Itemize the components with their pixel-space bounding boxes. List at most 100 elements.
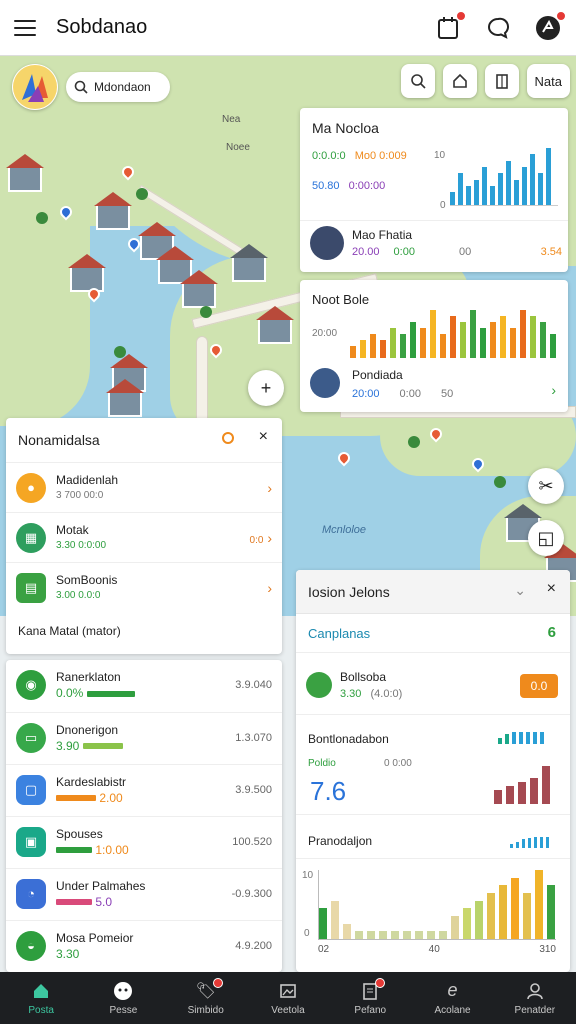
chart-bar <box>530 154 535 205</box>
right-panel-title: Iosion Jelons <box>308 584 390 600</box>
stats-row[interactable]: ◔ Under Palmahes 5.0 -0.9.300 <box>6 868 282 918</box>
map-tool-button[interactable]: ✂ <box>528 468 564 504</box>
close-icon[interactable]: × <box>547 580 556 598</box>
profile-icon[interactable] <box>534 10 566 42</box>
map-add-button[interactable]: + <box>248 370 284 406</box>
logo-avatar[interactable] <box>12 64 58 110</box>
row-sub: 3.30 0:0:00 <box>56 539 107 551</box>
stats-name: Dnonerigon <box>56 722 119 737</box>
chart-bar <box>547 885 555 939</box>
stats-right: 3.9.500 <box>235 783 272 796</box>
nav-item-pefano[interactable]: Pefano <box>329 972 411 1024</box>
chart-bar <box>460 322 466 358</box>
calendar-icon[interactable] <box>434 10 466 42</box>
user-avatar-icon: ● <box>16 472 46 503</box>
chart-bar <box>350 346 356 358</box>
nav-label: Pesse <box>109 1004 138 1016</box>
chart-bar <box>535 870 543 939</box>
map-home-button[interactable] <box>442 64 477 98</box>
activity-avatar[interactable] <box>310 368 340 398</box>
status-icon[interactable] <box>222 432 234 444</box>
left-panel-row[interactable]: ● Madidenlah 3 700 00:0 › <box>6 462 282 512</box>
menu-icon[interactable] <box>14 19 36 36</box>
chart-bar <box>451 916 459 939</box>
nav-item-pesse[interactable]: Pesse <box>82 972 164 1024</box>
stats-row[interactable]: ◒ Mosa Pomeior 3.30 4.9.200 <box>6 920 282 970</box>
nav-item-veetola[interactable]: Veetola <box>247 972 329 1024</box>
nav-item-simbido[interactable]: 🏷 Simbido <box>165 972 247 1024</box>
chart-bar <box>510 328 516 358</box>
e-icon: e <box>447 980 458 1000</box>
app-title: Sobdanao <box>56 16 148 38</box>
item-sub: (4.0:0) <box>370 688 403 700</box>
chevron-right-icon[interactable]: › <box>551 382 556 398</box>
item-icon <box>306 672 332 698</box>
nav-item-posta[interactable]: Posta <box>0 972 82 1024</box>
tablet-icon: ▣ <box>16 826 46 857</box>
left-panel-row[interactable]: ▤ SomBoonis 3.00 0.0:0 › <box>6 562 282 612</box>
map-search-bar[interactable]: Mdondaon <box>66 72 170 102</box>
map-label-b: Noee <box>226 142 250 153</box>
overview-person-stat-2: 0:00 <box>393 246 415 258</box>
home-icon <box>452 73 467 88</box>
pill-icon: ▭ <box>16 722 46 753</box>
close-icon[interactable]: × <box>259 428 268 446</box>
image-icon <box>278 981 298 1001</box>
right-panel: Iosion Jelons ⌄ × Canplanas 6 Bollsoba 3… <box>296 570 570 972</box>
person-avatar[interactable] <box>310 226 344 260</box>
item-name: Bollsoba <box>340 670 387 684</box>
stats-row[interactable]: ▣ Spouses 1:0.00 100.520 <box>6 816 282 866</box>
activity-card[interactable]: Noot Bole 20:00 Pondiada 20:00 0:00 50 › <box>300 280 568 412</box>
chart-bar <box>530 316 536 358</box>
left-panel-row[interactable]: ▦ Motak 3.30 0:0:00 0:0 › <box>6 512 282 562</box>
search-icon <box>74 80 88 94</box>
chart-bar <box>355 931 363 939</box>
map-building-button[interactable] <box>484 64 519 98</box>
section1-title: Bontlonadabon <box>308 732 389 746</box>
right-panel-link[interactable]: Canplanas <box>308 626 370 641</box>
nav-label: Penatder <box>514 1004 556 1016</box>
stats-row[interactable]: ▭ Dnonerigon 3.90 1.3.070 <box>6 712 282 762</box>
chart-bar <box>343 924 351 939</box>
activity-bar-chart <box>350 310 556 358</box>
overview-person-stat-1: 20.00 <box>352 246 380 258</box>
layer-icon: ◱ <box>537 527 555 548</box>
chart-bar <box>470 310 476 358</box>
chevron-down-icon[interactable]: ⌄ <box>514 582 526 599</box>
stats-row[interactable]: ▢ Kardeslabistr 2.00 3.9.500 <box>6 764 282 814</box>
nav-label: Posta <box>28 1004 54 1016</box>
map-search-button[interactable] <box>400 64 435 98</box>
search-icon <box>410 74 426 89</box>
chart-bar <box>430 310 436 358</box>
overview-card[interactable]: Ma Nocloa 0:0.0:0 Mo0 0:009 50.80 0:00:0… <box>300 108 568 272</box>
map-text-button[interactable]: Nata <box>526 64 570 98</box>
activity-stat-2: 0:00 <box>399 388 421 400</box>
chart-bar <box>466 186 471 205</box>
chart-bar <box>546 148 551 205</box>
overview-person-stat-3: 00 <box>458 246 472 258</box>
chart-bar <box>520 310 526 358</box>
nav-item-penatder[interactable]: Penatder <box>494 972 576 1024</box>
chart-bar <box>487 893 495 939</box>
chart-bar <box>490 186 495 205</box>
chart-bar <box>380 340 386 358</box>
map-layer-button[interactable]: ◱ <box>528 520 564 556</box>
stats-name: Under Palmahes <box>56 878 146 893</box>
circle-icon: ◉ <box>16 670 46 700</box>
stats-list: ◉ Ranerklaton 0.0% 3.9.040 ▭ Dnonerigon … <box>6 660 282 972</box>
notification-dot <box>456 10 466 21</box>
left-panel: Nonamidalsa × ● Madidenlah 3 700 00:0 › … <box>6 418 282 654</box>
chat-icon[interactable] <box>484 14 512 42</box>
nav-item-acolane[interactable]: e Acolane <box>411 972 493 1024</box>
chart-bar <box>450 192 455 205</box>
activity-axis-label: 20:00 <box>312 328 338 339</box>
bottom-nav: Posta Pesse 🏷 Simbido Veetola Pefano e A… <box>0 972 576 1024</box>
item-badge[interactable]: 0.0 <box>520 674 558 698</box>
stats-right: -0.9.300 <box>231 887 272 900</box>
chart-bar <box>540 322 546 358</box>
chart-bar <box>523 893 531 939</box>
stats-row[interactable]: ◉ Ranerklaton 0.0% 3.9.040 <box>6 660 282 710</box>
x-label-1: 02 <box>318 944 330 955</box>
chart-bar <box>360 340 366 358</box>
left-panel-footer[interactable]: Kana Matal (mator) <box>18 624 121 638</box>
